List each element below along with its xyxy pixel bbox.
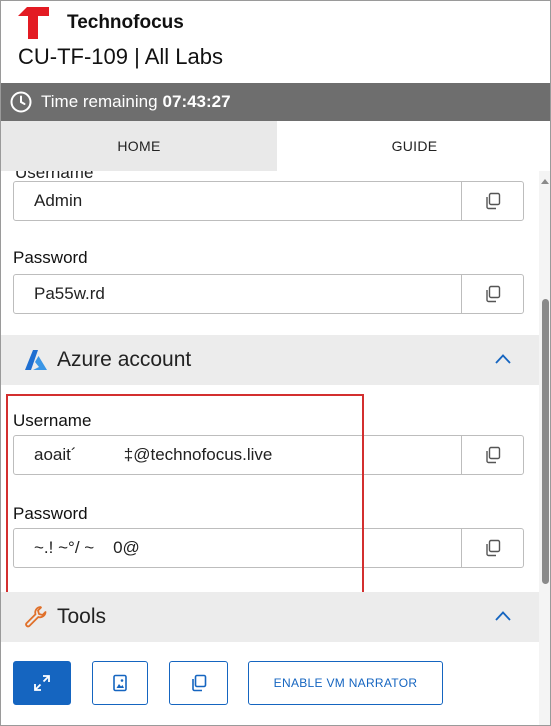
azure-username-value[interactable]: aoait´ ‡@technofocus.live [14, 436, 461, 474]
vm-password-label: Password [13, 248, 88, 267]
chevron-up-icon[interactable] [493, 606, 513, 626]
image-button[interactable] [92, 661, 148, 705]
copy-azure-username-button[interactable] [461, 436, 523, 474]
image-icon [113, 674, 127, 692]
vm-username-field: Admin [13, 181, 524, 221]
timer-bar: Time remaining 07:43:27 [1, 83, 550, 121]
technofocus-logo [17, 7, 49, 39]
vm-password-field: Pa55w.rd [13, 274, 524, 314]
copy-vm-username-button[interactable] [461, 182, 523, 220]
clock-icon [10, 91, 32, 113]
fullscreen-button[interactable] [13, 661, 71, 705]
scroll-thumb[interactable] [542, 299, 549, 584]
wrench-icon [25, 606, 47, 628]
scroll-up-arrow-icon[interactable] [541, 179, 549, 184]
copy-button[interactable] [169, 661, 228, 705]
azure-password-field: ~.! ~°/ ~ 0@ [13, 528, 524, 568]
azure-icon [25, 350, 47, 370]
lab-window: Technofocus CU-TF-109 | All Labs Time re… [0, 0, 551, 726]
copy-icon [485, 285, 500, 303]
header: Technofocus CU-TF-109 | All Labs [1, 1, 550, 83]
lab-title: CU-TF-109 | All Labs [18, 44, 224, 69]
chevron-up-icon[interactable] [493, 349, 513, 369]
azure-username-label: Username [13, 411, 92, 430]
enable-vm-narrator-label: ENABLE VM NARRATOR [273, 676, 418, 690]
copy-icon [191, 674, 206, 692]
expand-icon [34, 675, 50, 691]
azure-password-value[interactable]: ~.! ~°/ ~ 0@ [14, 529, 461, 567]
azure-account-title: Azure account [57, 348, 192, 371]
vm-username-value[interactable]: Admin [14, 182, 461, 220]
tab-home[interactable]: HOME [1, 121, 277, 171]
azure-username-field: aoait´ ‡@technofocus.live [13, 435, 524, 475]
tab-guide[interactable]: GUIDE [277, 121, 550, 171]
copy-icon [485, 192, 500, 210]
enable-vm-narrator-button[interactable]: ENABLE VM NARRATOR [248, 661, 443, 705]
scrollbar[interactable] [539, 171, 550, 725]
timer-label: Time remaining [41, 92, 158, 111]
copy-vm-password-button[interactable] [461, 275, 523, 313]
tab-bar: HOME GUIDE [1, 121, 550, 171]
tools-section-header[interactable]: Tools [1, 592, 539, 642]
tools-title: Tools [57, 605, 107, 628]
timer-value: 07:43:27 [162, 92, 231, 111]
copy-azure-password-button[interactable] [461, 529, 523, 567]
brand-name: Technofocus [67, 12, 184, 33]
azure-password-label: Password [13, 504, 88, 523]
vm-password-value[interactable]: Pa55w.rd [14, 275, 461, 313]
guide-content: Username Admin Password Pa55w.rd Azure a… [1, 171, 539, 725]
copy-icon [485, 539, 500, 557]
copy-icon [485, 446, 500, 464]
azure-account-section-header[interactable]: Azure account [1, 335, 539, 385]
